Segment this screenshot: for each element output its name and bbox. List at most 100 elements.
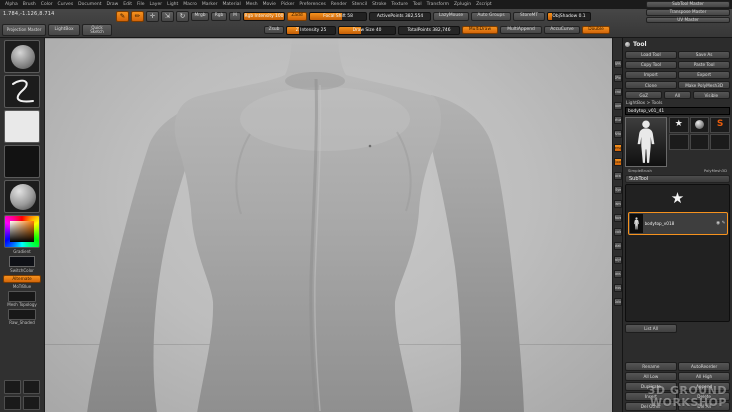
menu-item[interactable]: Zscript <box>476 2 492 7</box>
tool-file-button[interactable]: Import <box>625 70 677 80</box>
menu-item[interactable]: Marker <box>202 2 218 7</box>
menu-item[interactable]: File <box>137 2 145 7</box>
viewport-control-button[interactable]: Scroll <box>613 88 622 96</box>
current-alpha-thumbnail[interactable] <box>4 110 40 143</box>
lightbox-tools-link[interactable]: LightBox > Tools <box>625 101 730 106</box>
z-intensity-slider[interactable]: Z Intensity 25 <box>286 25 336 35</box>
viewport-control-button[interactable]: L.Sym <box>613 186 622 194</box>
current-tool-thumbnail[interactable] <box>625 116 667 167</box>
projection-master-button[interactable]: Projection Master <box>2 24 46 36</box>
viewport-control-button[interactable]: Scale <box>613 228 622 236</box>
subtool-action-button[interactable]: All High <box>678 372 730 381</box>
double-button[interactable]: Double <box>582 25 610 35</box>
tool-file-button[interactable]: Export <box>678 70 730 80</box>
lazymouse-button[interactable]: LazyMouse <box>433 12 469 21</box>
viewport-control-button[interactable]: SPix <box>613 74 622 82</box>
subtool-action-button[interactable]: AutoReorder <box>678 362 730 371</box>
tool-file-button[interactable]: Clone <box>625 80 677 90</box>
quick-pick-empty[interactable] <box>710 133 730 150</box>
focal-shift-slider[interactable]: Focal Shift 58 <box>309 12 367 21</box>
rgb-intensity-slider[interactable]: Rgb Intensity 100 <box>243 12 285 21</box>
current-color-swatch[interactable] <box>9 256 35 267</box>
current-brush-thumbnail[interactable] <box>4 40 40 73</box>
menu-item[interactable]: Zplugin <box>454 2 471 7</box>
m-button[interactable]: M <box>229 12 241 21</box>
auto-groups-button[interactable]: Auto Groups <box>471 12 511 21</box>
viewport-control-button[interactable]: Frame <box>613 200 622 208</box>
menu-item[interactable]: Render <box>331 2 347 7</box>
menu-item[interactable]: Texture <box>391 2 407 7</box>
menu-item[interactable]: Edit <box>123 2 132 7</box>
tray-thumbnail[interactable] <box>4 380 21 394</box>
viewport-control-button[interactable]: Zoom <box>613 102 622 110</box>
menu-item[interactable]: Preferences <box>299 2 325 7</box>
menu-item[interactable]: Stroke <box>372 2 386 7</box>
tool-palette-header[interactable]: Tool <box>625 40 730 49</box>
list-all-button[interactable]: List All <box>625 323 677 333</box>
current-material-thumbnail[interactable] <box>4 180 40 213</box>
menu-item[interactable]: Stencil <box>352 2 367 7</box>
paint-brush-icon[interactable]: ✎ <box>722 221 726 226</box>
zsub-button[interactable]: Zsub <box>264 25 284 35</box>
tray-item[interactable]: Raw_Shaded <box>8 309 36 325</box>
subtool-section-header[interactable]: SubTool <box>625 174 730 183</box>
menu-item[interactable]: Brush <box>23 2 36 7</box>
menu-item[interactable]: Macro <box>183 2 197 7</box>
rgb-button[interactable]: Rgb <box>211 12 227 21</box>
color-picker[interactable] <box>4 215 40 248</box>
move-button[interactable]: ✛ <box>146 11 159 22</box>
menu-item[interactable]: Layer <box>150 2 163 7</box>
viewport-control-button[interactable]: Transp <box>613 270 622 278</box>
tray-thumbnail[interactable] <box>23 396 40 410</box>
quick-pick-empty[interactable] <box>669 133 689 150</box>
multiappend-button[interactable]: MultiAppend <box>500 25 542 35</box>
quick-pick-polymesh-star[interactable]: ★ <box>669 116 689 133</box>
current-texture-thumbnail[interactable] <box>4 145 40 178</box>
goz-button[interactable]: All <box>663 90 692 100</box>
menu-item[interactable]: Movie <box>263 2 276 7</box>
zplugin-button[interactable]: UV Master <box>646 16 730 24</box>
viewport-control-button[interactable]: PolyF <box>613 256 622 264</box>
zplugin-button[interactable]: SubTool Master <box>646 1 730 8</box>
subtool-action-button[interactable]: All Low <box>625 372 677 381</box>
quick-pick-empty[interactable] <box>689 133 710 150</box>
subtool-item-star[interactable]: ★ <box>628 187 728 211</box>
tool-file-button[interactable]: Save As <box>678 50 730 60</box>
viewport-control-button[interactable]: BPR <box>613 60 622 68</box>
alternate-button[interactable]: Alternate <box>3 275 41 283</box>
viewport-control-button[interactable]: Local <box>613 172 622 180</box>
tray-item[interactable]: Mesh Topology <box>7 291 37 307</box>
draw-button[interactable]: ✏ <box>131 11 144 22</box>
multidraw-button[interactable]: MultiDraw <box>462 25 498 35</box>
menu-item[interactable]: Transform <box>427 2 449 7</box>
tray-thumbnail[interactable] <box>4 396 21 410</box>
current-stroke-thumbnail[interactable] <box>4 75 40 108</box>
sculpt-viewport[interactable] <box>45 38 612 412</box>
viewport-control-button[interactable]: Ghost <box>613 284 622 292</box>
menu-item[interactable]: Document <box>78 2 101 7</box>
viewport-control-button[interactable]: Floor <box>613 158 622 166</box>
edit-button[interactable]: ✎ <box>116 11 129 22</box>
zplugin-button[interactable]: Transpose Master <box>646 8 730 16</box>
zadd-button[interactable]: Zadd <box>287 12 307 21</box>
tray-item-thumbnail[interactable] <box>8 309 36 320</box>
scale-button[interactable]: ⇲ <box>161 11 174 22</box>
viewport-control-button[interactable]: AAHalf <box>613 130 622 138</box>
subtool-action-button[interactable]: Rename <box>625 362 677 371</box>
storemt-button[interactable]: StoreMT <box>513 12 545 21</box>
tool-file-button[interactable]: Load Tool <box>625 50 677 60</box>
lightbox-button[interactable]: LightBox <box>48 24 80 36</box>
saturation-value-square[interactable] <box>10 221 34 242</box>
goz-button[interactable]: Visible <box>692 90 730 100</box>
tool-file-button[interactable]: Copy Tool <box>625 60 677 70</box>
accucurve-button[interactable]: AccuCurve <box>544 25 580 35</box>
tray-thumbnail[interactable] <box>23 380 40 394</box>
quick-sketch-button[interactable]: Quick Sketch <box>82 24 112 36</box>
mrgb-button[interactable]: Mrgb <box>191 12 209 21</box>
viewport-control-button[interactable]: Persp <box>613 144 622 152</box>
draw-size-slider[interactable]: Draw Size 40 <box>338 25 396 35</box>
tool-file-button[interactable]: Paste Tool <box>678 60 730 70</box>
menu-item[interactable]: Picker <box>281 2 294 7</box>
menu-item[interactable]: Alpha <box>5 2 18 7</box>
menu-item[interactable]: Light <box>167 2 178 7</box>
